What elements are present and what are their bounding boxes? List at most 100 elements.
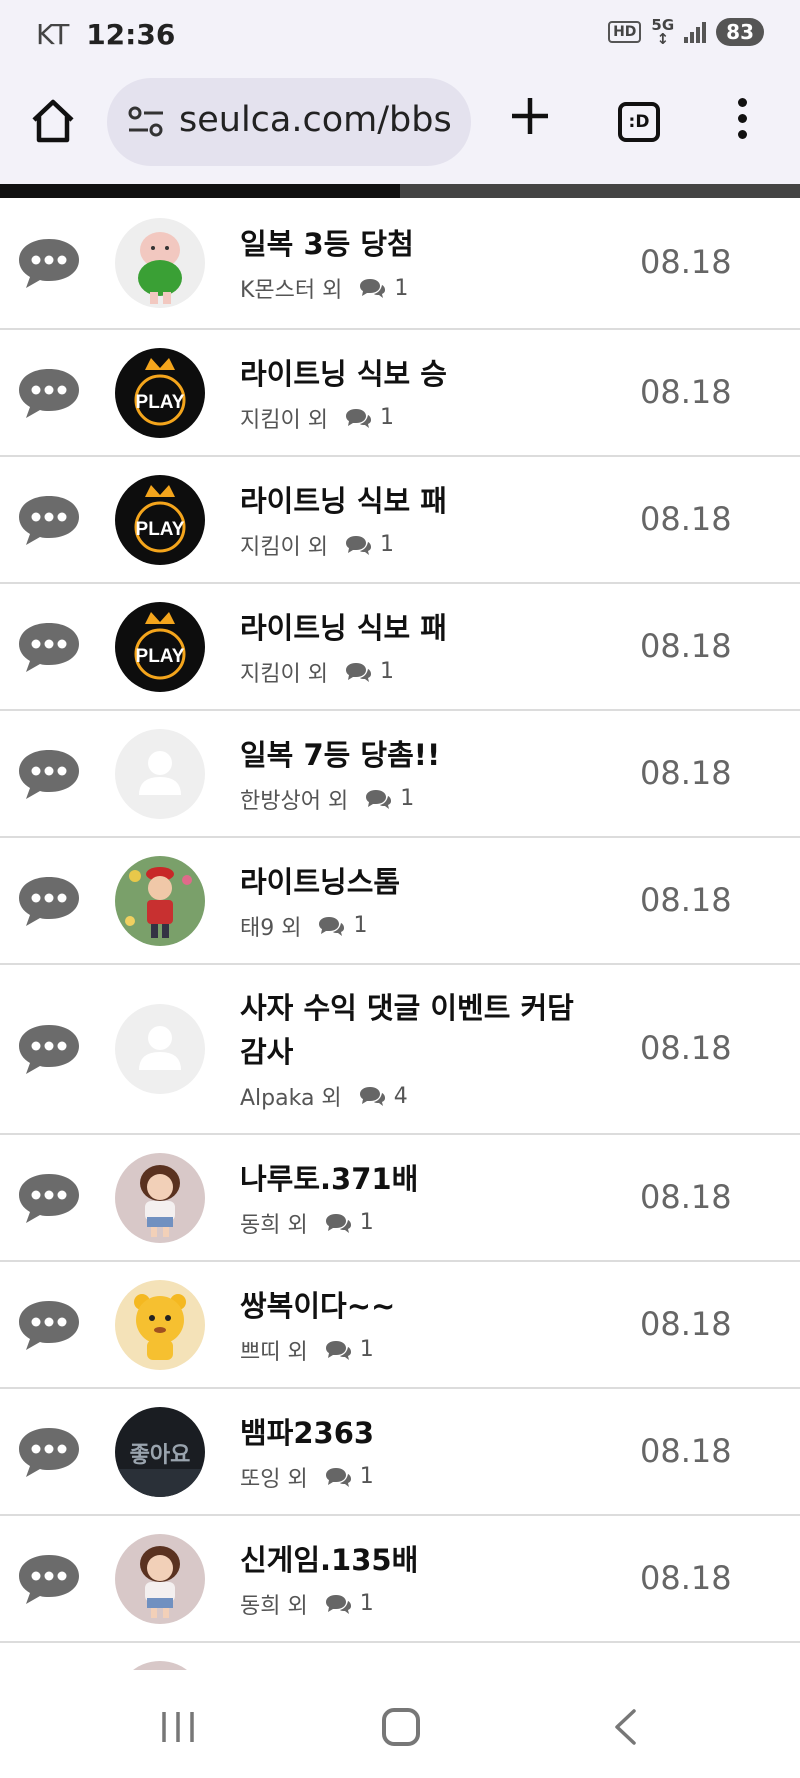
comments-icon — [324, 1466, 352, 1488]
post-title[interactable]: 라이트닝 식보 승 — [240, 352, 610, 396]
girl-character-avatar[interactable] — [115, 1533, 205, 1624]
post-title[interactable]: 뱀파2363 — [240, 1411, 610, 1455]
post-title[interactable]: 라이트닝스톰 — [240, 860, 610, 904]
chat-bubble-icon — [16, 235, 82, 291]
post-title[interactable]: 쌍복이다~~ — [240, 1284, 610, 1328]
post-title[interactable]: 라이트닝 식보 패 — [240, 606, 610, 650]
comments-icon — [344, 534, 372, 556]
post-row[interactable] — [0, 1643, 800, 1670]
post-meta: Alpaka 외 4 — [240, 1080, 610, 1112]
post-meta: 지킴이 외 1 — [240, 529, 610, 561]
post-author: Alpaka 외 — [240, 1086, 342, 1111]
default-user-avatar[interactable] — [115, 728, 205, 819]
post-meta: 태9 외 1 — [240, 910, 610, 942]
post-row[interactable]: PLAY 라이트닝 식보 패 지킴이 외 1 08.18 — [0, 457, 800, 584]
post-date: 08.18 — [640, 243, 732, 281]
status-left: KT 12:36 — [36, 18, 175, 51]
more-menu-icon[interactable] — [735, 98, 749, 146]
post-row[interactable]: 쌍복이다~~ 쁘띠 외 1 08.18 — [0, 1262, 800, 1389]
post-row[interactable]: 좋아요 뱀파2363 또잉 외 1 08.18 — [0, 1389, 800, 1516]
post-author: 한방상어 외 — [240, 788, 349, 814]
chat-bubble-icon — [16, 365, 82, 421]
post-content: 나루토.371배동희 외 1 — [240, 1157, 610, 1239]
girl-character-avatar[interactable] — [115, 1152, 205, 1243]
like-sign-avatar[interactable]: 좋아요 — [115, 1406, 205, 1497]
play-logo-avatar[interactable]: PLAY — [115, 347, 205, 438]
site-settings-icon[interactable] — [127, 104, 165, 140]
comment-count: 1 — [379, 405, 394, 430]
play-logo-avatar[interactable]: PLAY — [115, 474, 205, 565]
post-meta: 지킴이 외 1 — [240, 656, 610, 688]
comments-icon — [358, 1085, 386, 1107]
post-title[interactable]: 사자 수익 댓글 이벤트 커담 감사 — [240, 986, 610, 1074]
default-user-avatar[interactable] — [115, 1004, 205, 1094]
post-row[interactable]: 나루토.371배 동희 외 1 08.18 — [0, 1135, 800, 1262]
girl-character-avatar[interactable] — [115, 1660, 205, 1670]
post-author: 동희 외 — [240, 1212, 308, 1238]
post-row[interactable]: 일복 3등 당첨 K몬스터 외 1 08.18 — [0, 198, 800, 330]
address-bar[interactable]: seulca.com/bbs — [107, 78, 471, 166]
comments-icon — [324, 1212, 352, 1234]
post-row[interactable]: 사자 수익 댓글 이벤트 커담 감사 Alpaka 외 4 08.18 — [0, 965, 800, 1135]
status-bar: KT 12:36 HD 5G ↕ 83 — [0, 0, 800, 72]
post-title[interactable]: 신게임.135배 — [240, 1538, 610, 1582]
post-content: 라이트닝 식보 패지킴이 외 1 — [240, 479, 610, 561]
post-content: 뱀파2363 또잉 외 1 — [240, 1411, 610, 1493]
carrier-label: KT — [36, 18, 70, 51]
chat-bubble-icon — [16, 619, 82, 675]
recent-apps-icon[interactable] — [160, 1710, 196, 1744]
comment-count: 1 — [379, 659, 394, 684]
svg-text:PLAY: PLAY — [136, 646, 185, 667]
post-date: 08.18 — [640, 1558, 732, 1597]
post-content: 라이트닝 식보 승지킴이 외 1 — [240, 352, 610, 434]
comment-count: 1 — [359, 1464, 374, 1489]
svg-text:좋아요: 좋아요 — [130, 1443, 191, 1468]
tab-switcher-button[interactable]: :D — [618, 102, 660, 142]
post-date: 08.18 — [640, 1431, 732, 1470]
post-author: 쁘띠 외 — [240, 1339, 308, 1365]
post-author: 동희 외 — [240, 1593, 308, 1619]
hd-voice-icon: HD — [608, 21, 642, 43]
comment-count: 1 — [353, 913, 368, 938]
post-row[interactable]: 일복 7등 당촘!! 한방상어 외 1 08.18 — [0, 711, 800, 838]
chat-bubble-icon — [16, 1297, 82, 1353]
post-row[interactable]: 신게임.135배 동희 외 1 08.18 — [0, 1516, 800, 1643]
post-row[interactable]: PLAY 라이트닝 식보 패지킴이 외 1 08.18 — [0, 584, 800, 711]
comment-count: 4 — [393, 1083, 408, 1109]
post-title[interactable]: 나루토.371배 — [240, 1157, 610, 1201]
comment-count: 1 — [359, 1210, 374, 1235]
progress-fill — [0, 184, 400, 198]
post-content: 일복 7등 당촘!! 한방상어 외 1 — [240, 733, 610, 815]
post-date: 08.18 — [640, 1029, 732, 1067]
chat-bubble-icon — [16, 1170, 82, 1226]
new-tab-icon[interactable] — [508, 94, 552, 138]
boy-character-avatar[interactable] — [115, 855, 205, 946]
post-author: 지킴이 외 — [240, 407, 328, 433]
network-label: 5G — [651, 16, 675, 34]
post-author: K몬스터 외 — [240, 278, 343, 303]
chat-bubble-icon — [16, 1021, 82, 1077]
post-row[interactable]: 라이트닝스톰 태9 외 1 08.18 — [0, 838, 800, 965]
post-content: 라이트닝 식보 패지킴이 외 1 — [240, 606, 610, 688]
home-nav-icon[interactable] — [382, 1708, 420, 1746]
comment-count: 1 — [394, 275, 409, 301]
comments-icon — [344, 661, 372, 683]
home-icon[interactable] — [28, 96, 78, 146]
chat-bubble-icon — [16, 1551, 82, 1607]
post-title[interactable]: 일복 7등 당촘!! — [240, 733, 610, 777]
back-icon[interactable] — [612, 1708, 638, 1746]
comments-icon — [344, 407, 372, 429]
tiger-character-avatar[interactable] — [115, 1279, 205, 1370]
post-date: 08.18 — [640, 626, 732, 665]
post-row[interactable]: PLAY 라이트닝 식보 승지킴이 외 1 08.18 — [0, 330, 800, 457]
chat-bubble-icon — [16, 873, 82, 929]
post-meta: 동희 외 1 — [240, 1207, 610, 1239]
green-character-avatar[interactable] — [115, 218, 205, 308]
post-date: 08.18 — [640, 372, 732, 411]
status-right: HD 5G ↕ 83 — [608, 16, 764, 47]
post-title[interactable]: 라이트닝 식보 패 — [240, 479, 610, 523]
play-logo-avatar[interactable]: PLAY — [115, 601, 205, 692]
post-title[interactable]: 일복 3등 당첨 — [240, 222, 610, 266]
browser-toolbar: seulca.com/bbs :D — [0, 72, 800, 184]
post-content: 라이트닝스톰태9 외 1 — [240, 860, 610, 942]
